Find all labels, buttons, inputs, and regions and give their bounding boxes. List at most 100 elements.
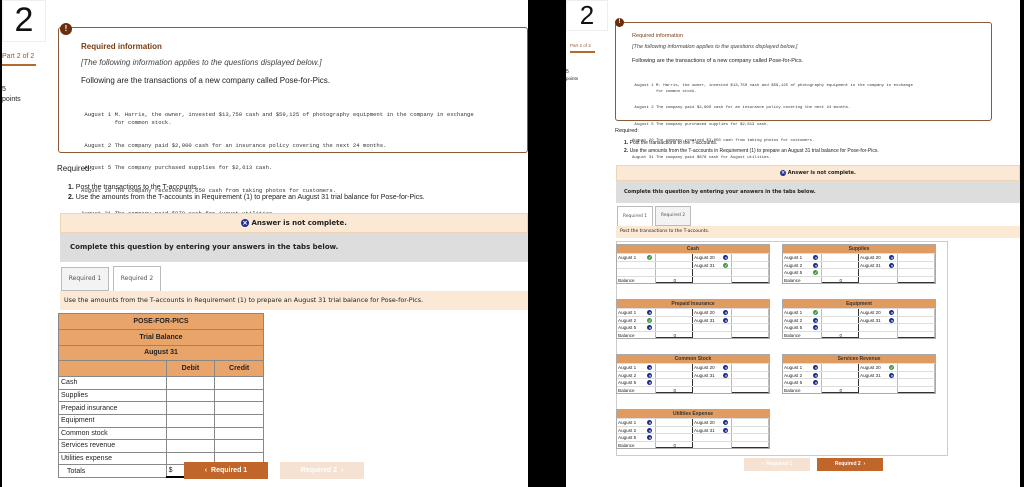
credit-input[interactable] <box>214 388 264 403</box>
credit-amount-input[interactable] <box>732 364 769 371</box>
info-note: [The following information applies to th… <box>632 44 798 50</box>
debit-amount-input[interactable] <box>822 379 859 386</box>
debit-amount-input[interactable] <box>656 434 693 441</box>
transaction: August 31 The company paid $878 cash for… <box>632 155 772 160</box>
info-intro: Following are the transactions of a new … <box>632 58 804 64</box>
credit-amount-input[interactable] <box>898 309 935 316</box>
credit-input[interactable] <box>214 376 264 390</box>
t-account: Supplies August 1 × August 20 × August 2 × … <box>782 244 936 284</box>
credit-amount-input[interactable] <box>898 254 935 261</box>
credit-date: August 20 × <box>693 364 733 371</box>
debit-amount-input[interactable] <box>656 324 693 331</box>
debit-amount-input[interactable] <box>656 419 693 426</box>
tab-required-2[interactable]: Required 2 <box>113 266 161 292</box>
balance-label: Balance <box>617 441 657 448</box>
credit-date <box>859 379 899 386</box>
credit-amount-input[interactable] <box>898 324 935 331</box>
credit-amount-input[interactable] <box>732 261 769 268</box>
debit-input[interactable] <box>165 401 216 415</box>
t-account-title: Equipment <box>783 300 935 308</box>
credit-amount-input[interactable] <box>732 379 769 386</box>
debit-amount-input[interactable] <box>822 316 859 323</box>
debit-amount-input[interactable] <box>822 254 859 261</box>
debit-amount-input[interactable] <box>822 261 859 268</box>
debit-date: August 2 ✓ <box>617 316 657 323</box>
credit-date: August 31 × <box>693 316 733 323</box>
debit-amount-input[interactable] <box>656 316 693 323</box>
credit-amount-input[interactable] <box>732 371 769 378</box>
credit-amount-input[interactable] <box>732 316 769 323</box>
debit-date: August 5 × <box>617 434 657 441</box>
points-label: points <box>566 76 579 81</box>
tab-required-1[interactable]: Required 1 <box>61 267 109 291</box>
tb-title: Trial Balance <box>58 328 264 346</box>
required-information-box: Required information [The following info… <box>58 27 528 217</box>
credit-amount-input[interactable] <box>898 316 935 323</box>
t-account-row: August 5 × <box>783 323 935 331</box>
x-circle-icon: × <box>813 372 819 378</box>
debit-amount-input[interactable] <box>656 371 693 378</box>
credit-amount-input[interactable] <box>898 261 935 268</box>
x-circle-icon: × <box>723 427 729 433</box>
debit-amount-input[interactable] <box>822 371 859 378</box>
debit-amount-input[interactable] <box>656 269 693 276</box>
tab-required-2[interactable]: Required 2 <box>655 206 691 226</box>
credit-amount-input[interactable] <box>898 364 935 371</box>
debit-amount-input[interactable] <box>822 364 859 371</box>
debit-input[interactable] <box>165 388 216 403</box>
part-indicator: Part 2 of 2 <box>2 53 35 60</box>
tb-row: Equipment <box>58 413 264 428</box>
tb-row: Common stock <box>58 426 264 441</box>
debit-input[interactable] <box>165 413 216 428</box>
credit-amount-input[interactable] <box>732 309 769 316</box>
info-title: Required information <box>632 33 684 39</box>
next-required-2-button[interactable]: Required 2 › <box>280 462 364 479</box>
debit-amount-input[interactable] <box>656 261 693 268</box>
debit-amount-input[interactable] <box>656 426 693 433</box>
tab-required-1[interactable]: Required 1 <box>617 206 653 227</box>
debit-amount-input[interactable] <box>822 324 859 331</box>
debit-header: Debit <box>165 360 216 378</box>
t-account-title: Prepaid Insurance <box>617 300 769 308</box>
tb-row: Cash <box>58 376 264 390</box>
debit-amount-input[interactable] <box>656 309 693 316</box>
debit-input[interactable] <box>165 439 216 453</box>
credit-amount-input[interactable] <box>732 426 769 433</box>
t-account-title: Services Revenue <box>783 355 935 363</box>
prev-required-1-button[interactable]: ‹ Required 1 <box>184 462 268 479</box>
credit-input[interactable] <box>214 401 264 415</box>
balance-row: Balance 0 <box>617 275 769 283</box>
debit-input[interactable] <box>165 426 216 441</box>
prev-required-1-button[interactable]: ‹ Required 1 <box>744 458 810 471</box>
debit-amount-input[interactable] <box>822 269 859 276</box>
account-name: Prepaid insurance <box>58 401 167 415</box>
credit-input[interactable] <box>214 439 264 453</box>
t-account-row: August 5 × <box>617 323 769 331</box>
credit-amount-input[interactable] <box>898 379 935 386</box>
points-value: 5 <box>566 69 569 75</box>
credit-amount-input[interactable] <box>732 269 769 276</box>
credit-amount-input[interactable] <box>898 269 935 276</box>
credit-input[interactable] <box>214 426 264 441</box>
credit-amount-input[interactable] <box>732 419 769 426</box>
debit-amount-input[interactable] <box>656 364 693 371</box>
tb-row: Supplies <box>58 388 264 403</box>
alert-icon: ! <box>60 23 72 35</box>
debit-amount-input[interactable] <box>822 309 859 316</box>
debit-amount-input[interactable] <box>656 379 693 386</box>
x-circle-icon: × <box>647 365 653 370</box>
credit-input[interactable] <box>214 413 264 428</box>
credit-amount-input[interactable] <box>732 434 769 441</box>
credit-date <box>859 269 899 276</box>
t-account-row: August 2 × August 31 × <box>617 370 769 378</box>
debit-amount-input[interactable] <box>656 254 693 261</box>
debit-input[interactable] <box>165 376 216 390</box>
credit-amount-input[interactable] <box>732 254 769 261</box>
x-circle-icon: × <box>780 169 787 176</box>
credit-amount-input[interactable] <box>732 324 769 331</box>
credit-amount-input[interactable] <box>898 371 935 378</box>
credit-balance <box>898 386 935 393</box>
transaction: August 5 The company purchased supplies … <box>81 164 273 172</box>
next-required-2-button[interactable]: Required 2 › <box>817 458 883 471</box>
debit-date: August 5 ✓ <box>783 269 823 276</box>
